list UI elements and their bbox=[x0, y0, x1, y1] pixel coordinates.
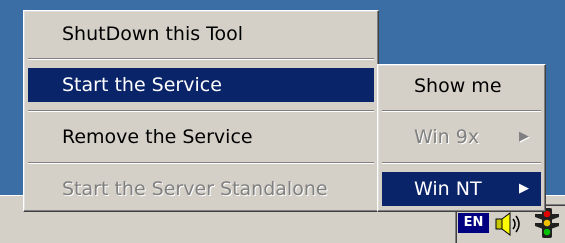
menu-item-shutdown[interactable]: ShutDown this Tool bbox=[28, 17, 374, 51]
menu-separator bbox=[28, 110, 374, 112]
menu-item-remove-service[interactable]: Remove the Service bbox=[28, 120, 374, 154]
submenu-item-show-me[interactable]: Show me bbox=[382, 69, 541, 103]
context-menu: ShutDown this Tool Start the Service Rem… bbox=[23, 10, 379, 212]
language-indicator[interactable]: EN bbox=[458, 213, 489, 233]
chevron-right-icon: ▶ bbox=[519, 181, 529, 196]
menu-separator bbox=[382, 162, 541, 164]
submenu: Show me Win 9x ▶ Win NT ▶ bbox=[377, 64, 546, 212]
speaker-icon[interactable] bbox=[494, 210, 524, 238]
submenu-item-label: Win NT bbox=[414, 178, 482, 200]
chevron-right-icon: ▶ bbox=[519, 129, 529, 144]
menu-separator bbox=[382, 110, 541, 112]
menu-item-start-service[interactable]: Start the Service bbox=[28, 68, 374, 102]
menu-separator bbox=[28, 162, 374, 164]
submenu-item-winnt[interactable]: Win NT ▶ bbox=[382, 172, 541, 206]
menu-item-start-standalone: Start the Server Standalone bbox=[62, 178, 328, 200]
menu-separator bbox=[28, 58, 374, 60]
submenu-item-win9x: Win 9x ▶ bbox=[382, 120, 541, 154]
submenu-item-label: Win 9x bbox=[414, 126, 480, 148]
